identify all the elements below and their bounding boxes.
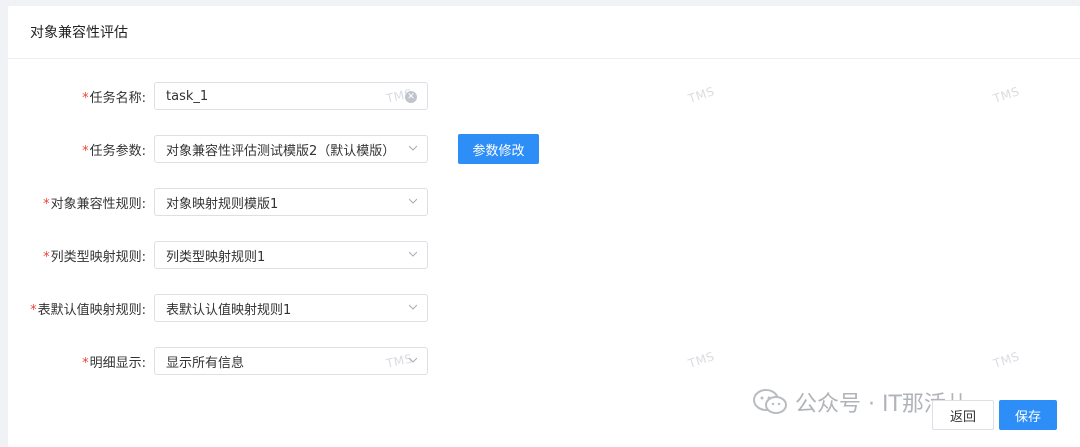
detail-display-label: *明细显示: bbox=[82, 355, 146, 371]
chevron-down-icon bbox=[409, 357, 417, 363]
chevron-down-icon bbox=[409, 145, 417, 151]
object-compat-rule-label: *对象兼容性规则: bbox=[43, 196, 146, 212]
task-name-label: *任务名称: bbox=[82, 90, 146, 106]
task-name-input[interactable]: task_1 TMS ✕ bbox=[154, 82, 428, 110]
back-button[interactable]: 返回 bbox=[932, 400, 994, 430]
detail-display-row: *明细显示: 显示所有信息 TMS bbox=[8, 346, 428, 376]
column-type-rule-label: *列类型映射规则: bbox=[43, 249, 146, 265]
task-params-label: *任务参数: bbox=[82, 143, 146, 159]
evaluation-panel: 对象兼容性评估 bbox=[8, 6, 1080, 447]
chevron-down-icon bbox=[409, 198, 417, 204]
modify-params-button[interactable]: 参数修改 bbox=[458, 134, 539, 164]
chevron-down-icon bbox=[409, 304, 417, 310]
clear-icon[interactable]: ✕ bbox=[405, 91, 417, 103]
task-params-row: *任务参数: 对象兼容性评估测试模版2（默认模版） bbox=[8, 134, 428, 164]
save-button[interactable]: 保存 bbox=[999, 400, 1057, 430]
panel-header: 对象兼容性评估 bbox=[8, 6, 1080, 59]
detail-display-select[interactable]: 显示所有信息 TMS bbox=[154, 347, 428, 375]
task-name-row: *任务名称: task_1 TMS ✕ bbox=[8, 81, 428, 111]
table-default-rule-label: *表默认值映射规则: bbox=[30, 302, 146, 318]
column-type-rule-select[interactable]: 列类型映射规则1 bbox=[154, 241, 428, 269]
column-type-rule-row: *列类型映射规则: 列类型映射规则1 bbox=[8, 240, 428, 270]
task-params-select[interactable]: 对象兼容性评估测试模版2（默认模版） bbox=[154, 135, 428, 163]
object-compat-rule-row: *对象兼容性规则: 对象映射规则模版1 bbox=[8, 187, 428, 217]
page-title: 对象兼容性评估 bbox=[30, 25, 128, 41]
object-compat-rule-select[interactable]: 对象映射规则模版1 bbox=[154, 188, 428, 216]
table-default-rule-row: *表默认值映射规则: 表默认认值映射规则1 bbox=[8, 293, 428, 323]
table-default-rule-select[interactable]: 表默认认值映射规则1 bbox=[154, 294, 428, 322]
chevron-down-icon bbox=[409, 251, 417, 257]
